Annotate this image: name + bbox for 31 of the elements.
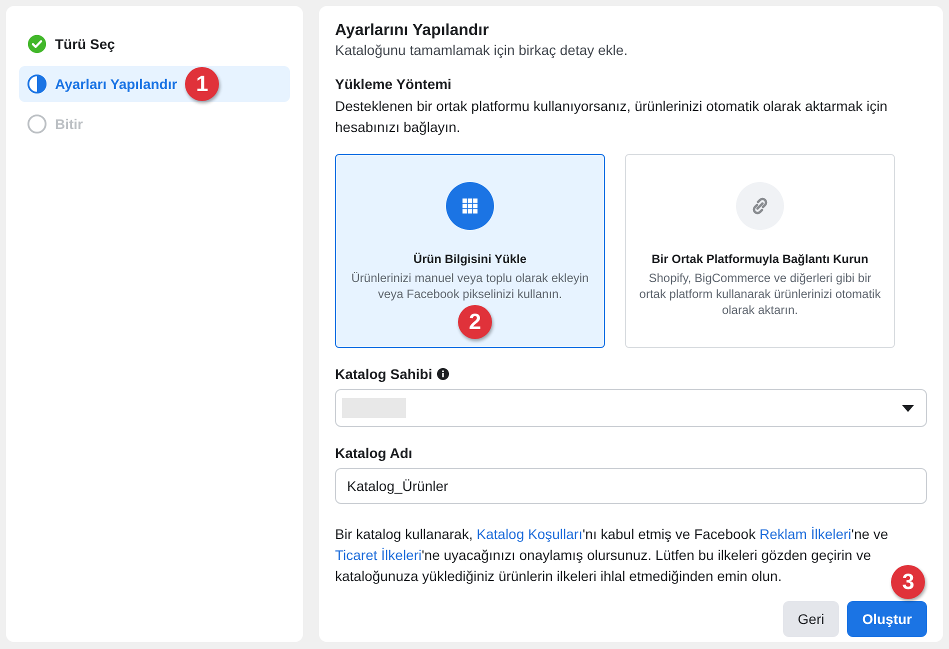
info-icon — [437, 368, 450, 380]
number-badge: 1 — [185, 67, 220, 101]
option-title: Bir Ortak Platformuyla Bağlantı Kurun — [652, 252, 868, 266]
terms-text: Bir katalog kullanarak, Katalog Koşulları'nı kabul etmiş ve Facebook Reklam İlkeleri'ne ve Ticaret İlkeleri'ne uyacağınızı onaylamış olursunuz. Lütfen bu ilkeleri gözden geçirin ve kataloğunuza yüklediğiniz ürünlerin ilkeleri ihlal etmediğinden emin olun. — [335, 525, 890, 586]
number-badge: 3 — [891, 565, 926, 599]
terms-link[interactable]: Katalog Koşulları — [476, 526, 582, 542]
option-title: Ürün Bilgisini Yükle — [413, 252, 527, 266]
field-label: Katalog Adı — [335, 445, 412, 461]
step-item[interactable]: Ayarları Yapılandır 1 — [19, 66, 290, 102]
catalog-name-field[interactable]: Katalog_Ürünler — [335, 468, 927, 504]
step-item[interactable]: Türü Seç — [19, 26, 290, 62]
half-circle-icon — [27, 74, 47, 94]
empty-circle-icon — [27, 114, 47, 134]
option-card[interactable]: Bir Ortak Platformuyla Bağlantı Kurun Shopify, BigCommerce ve diğerleri gibi bir ortak platform kullanarak ürünlerinizi otomatik olarak aktarın. — [625, 154, 895, 348]
option-card[interactable]: Ürün Bilgisini Yükle Ürünlerinizi manuel veya toplu olarak ekleyin veya Facebook pikselinizi kullanın. 2 — [335, 154, 605, 348]
option-description: Ürünlerinizi manuel veya toplu olarak ekleyin veya Facebook pikselinizi kullanın. — [350, 270, 590, 302]
panel-title: Ayarlarını Yapılandır — [335, 22, 490, 40]
check-circle-icon — [27, 34, 47, 54]
section-heading: Yükleme Yöntemi — [335, 76, 452, 92]
caret-icon — [902, 404, 914, 412]
link-icon — [736, 182, 784, 230]
option-description: Shopify, BigCommerce ve diğerleri gibi bir ortak platform kullanarak ürünlerinizi otomatik olarak aktarın. — [638, 270, 882, 318]
terms-link[interactable]: Ticaret İlkeleri — [335, 547, 422, 563]
back-button[interactable]: Geri — [782, 601, 840, 637]
field-label: Katalog Sahibi — [335, 366, 432, 382]
number-badge: 2 — [458, 305, 492, 339]
create-button[interactable]: Oluştur — [847, 601, 927, 637]
panel-subtitle: Kataloğunu tamamlamak için birkaç detay ekle. — [335, 42, 629, 58]
grid-icon — [446, 182, 494, 230]
section-description: Desteklenen bir ortak platformu kullanıyorsanız, ürünlerinizi otomatik olarak aktarmak için hesabınızı bağlayın. — [335, 97, 888, 137]
terms-link[interactable]: Reklam İlkeleri — [759, 526, 852, 542]
